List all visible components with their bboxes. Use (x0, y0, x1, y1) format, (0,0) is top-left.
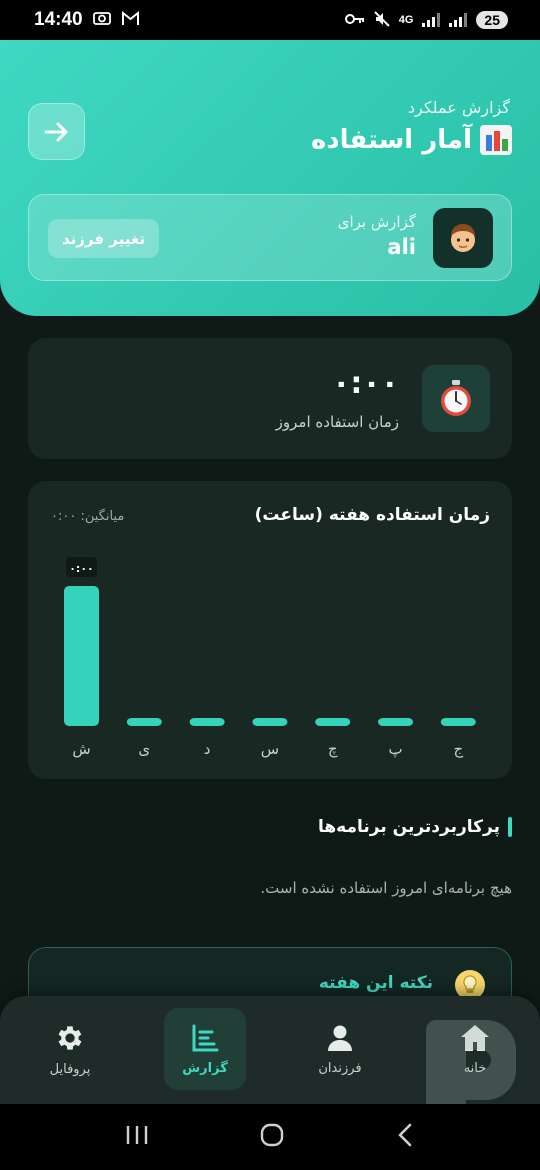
back-button[interactable] (28, 103, 85, 160)
most-used-title: پرکاربردترین برنامه‌ها (318, 817, 512, 837)
system-nav-bar (0, 1104, 540, 1170)
mute-icon (374, 10, 390, 30)
home-button[interactable] (259, 1122, 285, 1152)
page-title-text: آمار استفاده (310, 125, 472, 155)
weekly-bar-chart: ش ۰:۰۰ ی د س چ پ ج (64, 557, 476, 759)
chart-bar-0 (64, 586, 99, 726)
child-label: گزارش برای (337, 213, 416, 231)
chevron-left-icon (398, 1123, 411, 1147)
chart-tick-label-3: س (261, 740, 279, 758)
person-icon (328, 1025, 352, 1051)
status-time: 14:40 (34, 9, 83, 30)
nav-item-profile[interactable]: پروفایل (29, 1008, 111, 1090)
nav-item-children[interactable]: فرزندان (299, 1008, 381, 1090)
chart-bar-1 (126, 718, 162, 726)
chart-tick-label-4: چ (328, 740, 338, 759)
recents-icon (127, 1126, 148, 1144)
network-type: 4G (398, 14, 414, 26)
header-subtitle: گزارش عملکرد (407, 98, 510, 117)
chart-tick-label-6: ج (453, 740, 463, 759)
signal-icon (422, 13, 441, 27)
chart-bar-5 (378, 718, 413, 726)
nav-label-profile: پروفایل (49, 1061, 91, 1077)
child-name: ali (387, 235, 416, 259)
weekly-chart-card: زمان استفاده هفته (ساعت) میانگین: ۰:۰۰ ش… (28, 481, 512, 779)
nav-item-report[interactable]: گزارش (164, 1008, 246, 1090)
key-icon (344, 13, 365, 28)
chart-bar-3 (252, 718, 288, 726)
status-bar: 14:40 4G 25 (0, 0, 540, 40)
section-accent-bar (508, 817, 512, 837)
back-nav-button[interactable] (394, 1122, 416, 1152)
screenshot-icon (92, 10, 111, 30)
avatar (433, 208, 493, 268)
nav-label-report: گزارش (182, 1060, 228, 1076)
most-used-empty-text: هیچ برنامه‌ای امروز استفاده نشده است. (260, 879, 512, 897)
most-used-title-text: پرکاربردترین برنامه‌ها (318, 817, 500, 837)
arrow-right-icon (44, 122, 67, 141)
battery-level: 25 (476, 11, 508, 29)
change-child-button[interactable]: تغییر فرزند (48, 219, 159, 258)
chart-bar-4 (315, 718, 351, 726)
page-title: آمار استفاده (311, 125, 512, 155)
today-usage-value: ۰:۰۰ (332, 366, 399, 401)
signal-icon-2 (449, 13, 468, 27)
stopwatch-icon (422, 365, 490, 432)
chart-tick-label-2: د (204, 740, 211, 758)
today-usage-card: ۰:۰۰ زمان استفاده امروز (28, 338, 512, 459)
gear-icon (58, 1025, 82, 1050)
recents-button[interactable] (124, 1124, 150, 1150)
header: گزارش عملکرد آمار استفاده گزارش برای ali… (0, 40, 540, 316)
home-circle-icon (260, 1123, 284, 1147)
chart-tick-label-1: ی (138, 740, 150, 758)
chart-data-label: ۰:۰۰ (69, 562, 94, 575)
chart-tick-label-0: ش (72, 740, 90, 758)
gmail-icon (121, 10, 140, 30)
chart-bar-2 (189, 718, 225, 726)
chart-icon (480, 125, 512, 155)
tip-title: نکته این هفته (318, 973, 433, 993)
today-usage-label: زمان استفاده امروز (275, 413, 399, 431)
report-icon (192, 1024, 219, 1051)
nav-label-children: فرزندان (318, 1060, 362, 1076)
chart-tick-label-5: پ (388, 740, 402, 758)
chart-bar-6 (440, 718, 476, 726)
child-card: گزارش برای ali تغییر فرزند (28, 194, 512, 281)
boy-avatar-icon (451, 224, 475, 252)
